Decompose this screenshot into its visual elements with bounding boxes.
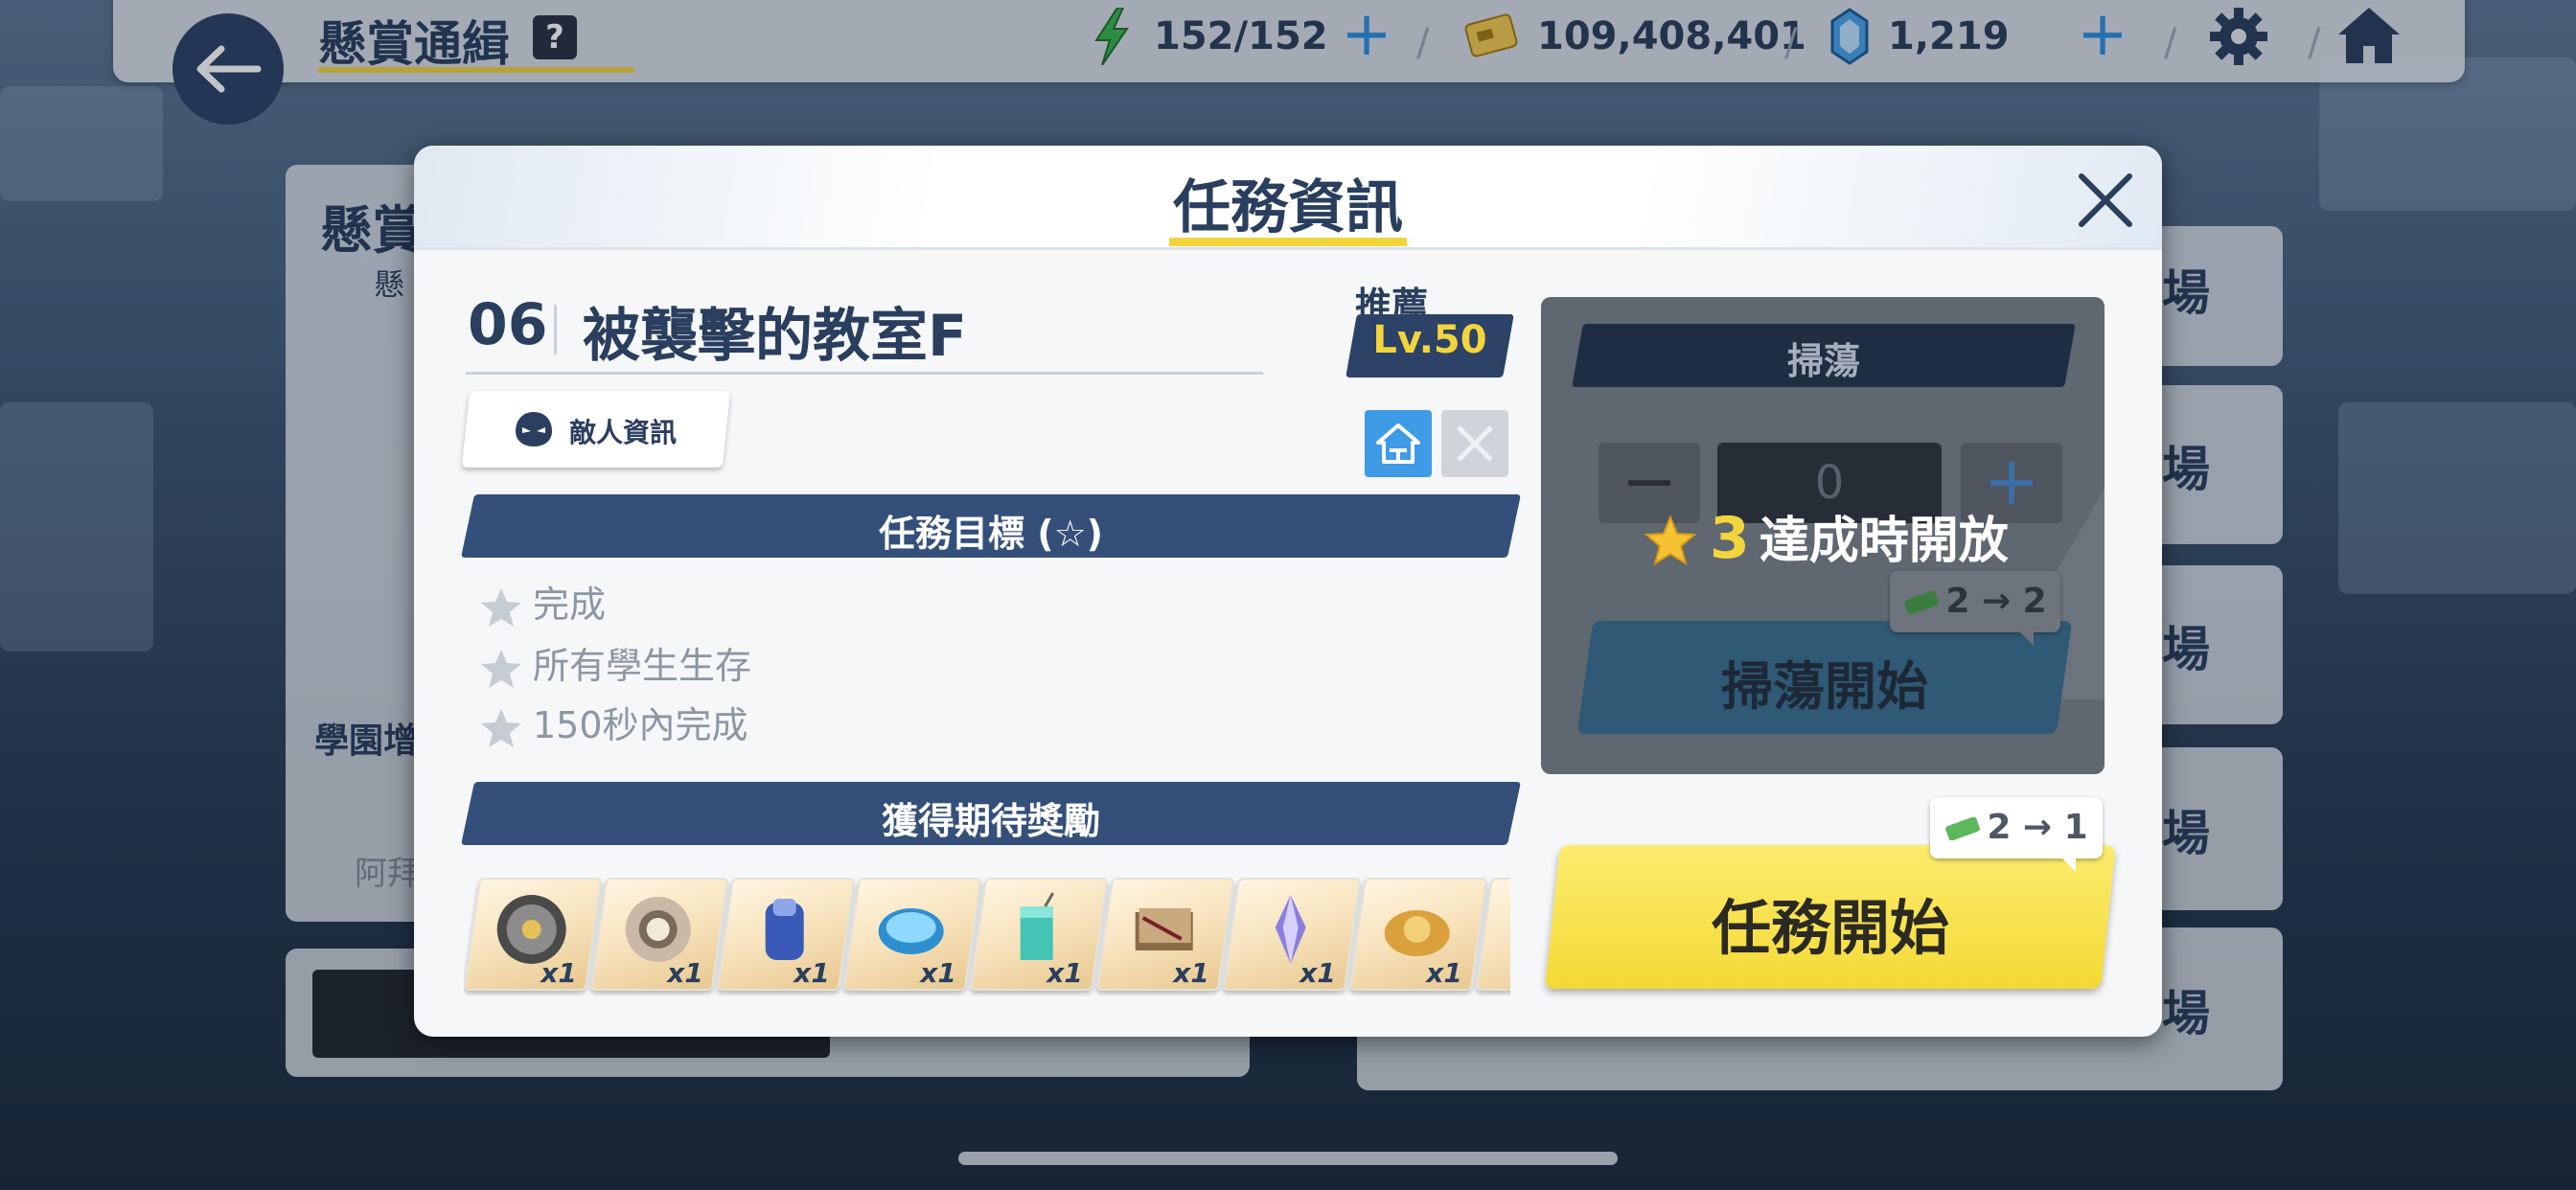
bubble-tail: [2016, 629, 2034, 646]
bubble-tail: [2058, 855, 2076, 872]
reward-qty: x1: [1173, 957, 1210, 989]
sweep-cost-to: 2: [2022, 582, 2047, 621]
reward-qty: x1: [540, 957, 578, 989]
sweep-cost-from: 2: [1945, 582, 1970, 621]
x-icon: [1457, 425, 1493, 462]
ticket-icon: [1945, 817, 1981, 840]
dialog-header-divider: [414, 247, 2162, 250]
objective-text: 所有學生生存: [533, 645, 752, 687]
sweep-start-label: 掃蕩開始: [1721, 656, 1928, 717]
stage-divider: [554, 305, 557, 355]
rewards-list: x1 x1 x1 x1 x1 x1 x1 x1: [464, 878, 1510, 996]
disabled-x-button[interactable]: [1441, 410, 1508, 477]
house-icon: [1376, 423, 1420, 464]
stage-name: 被襲擊的教室F: [583, 303, 967, 370]
sweep-lock-stars: 3: [1710, 505, 1750, 572]
sweep-lock-message: 3 達成時開放: [1644, 500, 2009, 572]
objective-text: 完成: [533, 584, 607, 626]
arrow-right-icon: →: [1969, 582, 2023, 621]
objective-row: 完成: [479, 575, 607, 627]
arrow-right-icon: →: [2011, 808, 2064, 847]
enemy-mask-icon: [516, 412, 552, 446]
reward-item[interactable]: x1: [1222, 878, 1362, 991]
reward-item[interactable]: x1: [589, 878, 729, 991]
reward-item[interactable]: x1: [716, 878, 856, 991]
reward-item[interactable]: x1: [464, 878, 603, 991]
sweep-lock-text: 達成時開放: [1759, 513, 2009, 570]
reward-qty: x1: [1300, 957, 1337, 989]
reward-qty: x1: [794, 957, 831, 989]
reward-item[interactable]: x1: [969, 878, 1109, 991]
reward-item[interactable]: x1: [1348, 878, 1488, 991]
objective-row: 150秒內完成: [479, 696, 748, 747]
ticket-icon: [1904, 591, 1940, 614]
reward-item[interactable]: x1: [842, 878, 982, 991]
reward-qty: x1: [920, 957, 957, 989]
reward-item[interactable]: x1: [1095, 878, 1235, 991]
home-indicator[interactable]: [958, 1152, 1618, 1165]
recommended-level: Lv.50: [1372, 318, 1487, 362]
sweep-header: 掃蕩: [1786, 340, 1860, 382]
reward-qty: x1: [1426, 957, 1463, 989]
rewards-header: 獲得期待獎勵: [881, 800, 1100, 842]
start-cost-from: 2: [1987, 808, 2012, 847]
objective-text: 150秒內完成: [533, 704, 748, 746]
reward-qty: x1: [667, 957, 704, 989]
close-icon[interactable]: [2072, 167, 2139, 234]
sweep-cost-bubble: 2 → 2: [1890, 571, 2060, 646]
enemy-info-label: 敵人資訊: [569, 417, 678, 448]
reward-qty: x1: [1046, 957, 1084, 989]
objectives-header: 任務目標 (☆): [878, 513, 1104, 555]
star-empty-icon: [481, 587, 521, 627]
mission-start-label: 任務開始: [1711, 893, 1949, 963]
star-empty-icon: [481, 708, 521, 747]
stage-number: 06: [468, 291, 548, 358]
objective-row: 所有學生生存: [479, 636, 752, 688]
dialog-title-underline: [1169, 238, 1407, 246]
dialog-title: 任務資訊: [1173, 174, 1403, 241]
start-cost-to: 1: [2063, 808, 2088, 847]
star-filled-icon: [1644, 515, 1696, 565]
start-cost-bubble: 2 → 1: [1930, 797, 2103, 872]
stage-underline: [466, 372, 1263, 375]
mission-info-dialog: 任務資訊 06 被襲擊的教室F 推薦 Lv.50 敵人資訊 任務目標 (☆) 完…: [414, 146, 2162, 1037]
home-filter-button[interactable]: [1365, 410, 1432, 477]
star-empty-icon: [481, 649, 521, 688]
